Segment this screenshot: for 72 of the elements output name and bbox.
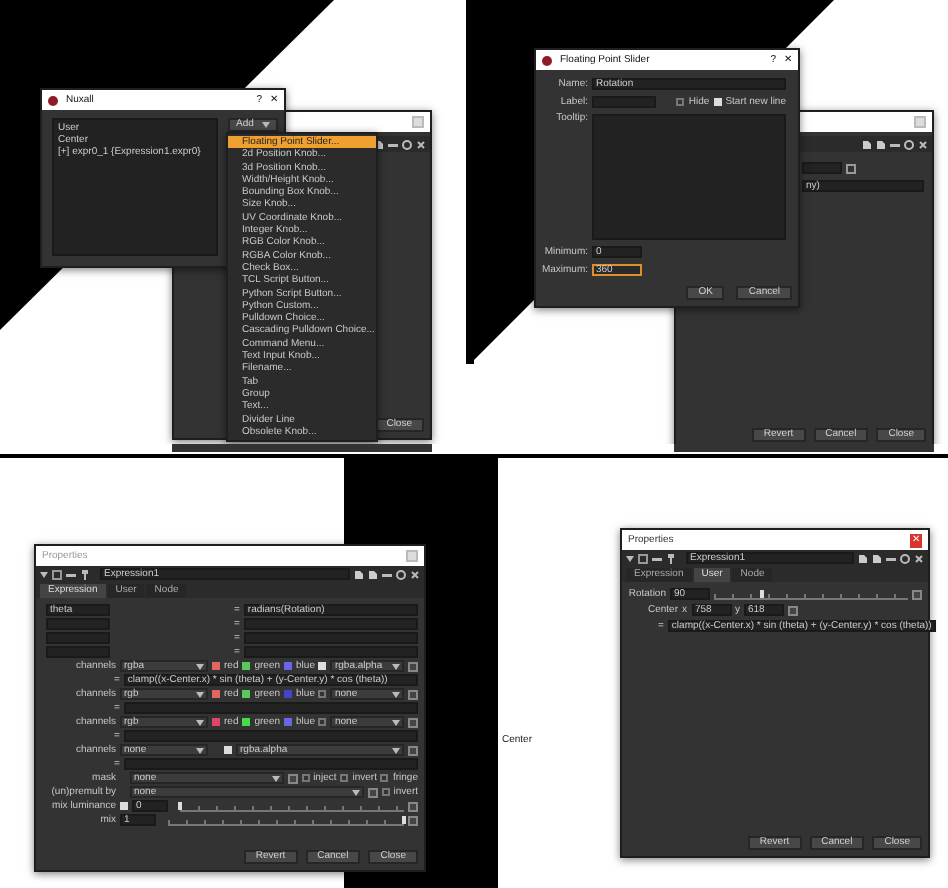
caret-icon <box>392 663 400 669</box>
slider-track[interactable] <box>168 815 404 825</box>
variable-field[interactable] <box>46 632 110 644</box>
square-icon[interactable] <box>408 717 418 727</box>
square-icon[interactable] <box>367 787 378 797</box>
node-icon[interactable] <box>80 569 90 579</box>
caret-icon <box>392 747 400 753</box>
circle-icon[interactable] <box>402 139 412 149</box>
cross-icon[interactable] <box>918 139 928 149</box>
slider-track[interactable] <box>714 589 908 599</box>
expression-field[interactable] <box>243 618 418 630</box>
checkbox[interactable] <box>242 662 251 670</box>
checkbox[interactable] <box>676 98 685 106</box>
checkbox[interactable] <box>284 690 293 698</box>
minus-icon[interactable] <box>890 139 900 149</box>
app-logo-icon <box>542 55 552 65</box>
expression-field[interactable] <box>123 730 418 742</box>
caret-icon <box>196 747 204 753</box>
caret-icon <box>196 719 204 725</box>
checkbox[interactable] <box>380 774 389 782</box>
expression-field[interactable] <box>123 702 418 714</box>
tooltip-field[interactable] <box>592 114 786 240</box>
square-icon[interactable] <box>408 745 418 755</box>
caret-icon <box>196 691 204 697</box>
checkbox[interactable] <box>381 788 390 796</box>
square-icon[interactable] <box>408 661 418 671</box>
square-icon[interactable] <box>788 605 798 615</box>
checkbox[interactable] <box>212 662 220 670</box>
circle-icon[interactable] <box>904 139 914 149</box>
cross-icon[interactable] <box>410 569 420 579</box>
caret-icon <box>261 122 270 128</box>
caret-icon[interactable] <box>40 571 48 577</box>
node-icon[interactable] <box>666 553 676 563</box>
minus-icon[interactable] <box>388 139 398 149</box>
caret-icon <box>271 775 280 781</box>
checkbox[interactable] <box>212 690 220 698</box>
square-icon[interactable] <box>846 163 856 173</box>
checkbox[interactable] <box>301 774 310 782</box>
caret-icon[interactable] <box>626 555 634 561</box>
checkbox[interactable] <box>284 718 293 726</box>
square-icon[interactable] <box>638 553 648 563</box>
circle-icon[interactable] <box>900 553 910 563</box>
expression-field[interactable] <box>243 646 418 658</box>
square-icon[interactable] <box>287 773 298 783</box>
caret-icon <box>392 691 400 697</box>
expression-field[interactable] <box>123 758 418 770</box>
circle-icon[interactable] <box>396 569 406 579</box>
square-icon[interactable] <box>912 589 922 599</box>
slider-thumb[interactable] <box>760 589 765 597</box>
caret-icon <box>351 789 360 795</box>
square-icon[interactable] <box>408 815 418 825</box>
checkbox[interactable] <box>318 718 327 726</box>
checkbox[interactable] <box>318 690 327 698</box>
square-icon[interactable] <box>408 689 418 699</box>
cross-icon[interactable] <box>914 553 924 563</box>
checkbox[interactable] <box>340 774 349 782</box>
caret-icon <box>196 663 204 669</box>
checkbox[interactable] <box>242 690 251 698</box>
square-icon[interactable] <box>408 801 418 811</box>
variable-field[interactable] <box>46 618 110 630</box>
expression-field[interactable] <box>243 632 418 644</box>
variable-field[interactable] <box>46 646 110 658</box>
cross-icon[interactable] <box>416 139 426 149</box>
checkbox[interactable] <box>242 718 251 726</box>
checkbox[interactable] <box>284 662 293 670</box>
square-icon[interactable] <box>52 569 62 579</box>
checkbox[interactable] <box>212 718 220 726</box>
label-field[interactable] <box>592 96 657 108</box>
caret-icon <box>392 719 400 725</box>
app-logo-icon <box>48 95 58 105</box>
input-field[interactable] <box>802 162 842 174</box>
slider-track[interactable] <box>180 801 404 811</box>
